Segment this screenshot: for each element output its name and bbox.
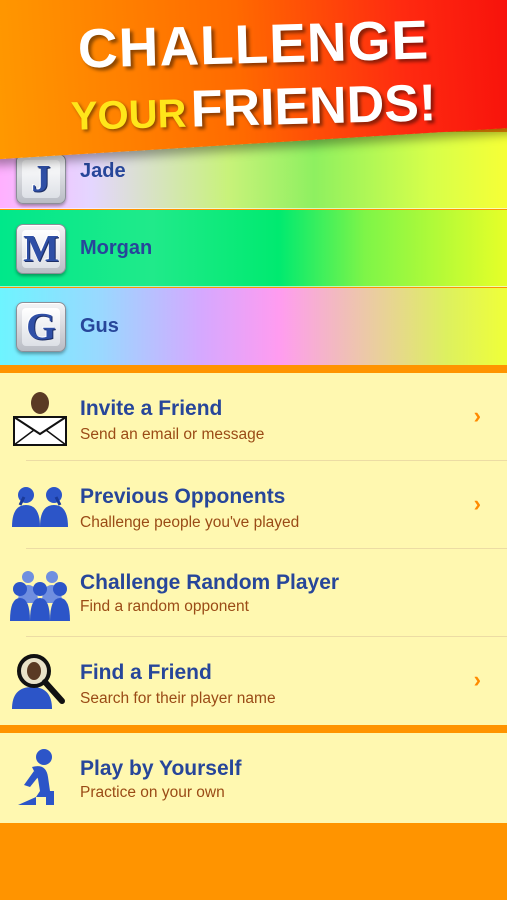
invite-friend-title: Invite a Friend — [80, 397, 223, 420]
banner-line-1: CHALLENGE — [77, 8, 430, 80]
section-separator — [0, 365, 507, 373]
crowd-icon — [10, 571, 70, 621]
play-by-yourself-item[interactable]: Play by Yourself Practice on your own — [0, 733, 507, 821]
banner-headline: CHALLENGE YOUR FRIENDS! — [0, 0, 507, 150]
find-friend-item[interactable]: Find a Friend Search for their player na… — [0, 637, 507, 725]
previous-opponents-subtitle: Challenge people you've played — [80, 514, 300, 531]
friend-name: Gus — [80, 315, 119, 337]
find-friend-subtitle: Search for their player name — [80, 690, 276, 707]
envelope-person-icon — [13, 392, 67, 446]
opponent-menu: Invite a Friend Send an email or message… — [0, 373, 507, 725]
chevron-right-icon: › — [473, 403, 481, 428]
play-by-yourself-subtitle: Practice on your own — [80, 784, 225, 801]
previous-opponents-title: Previous Opponents — [80, 485, 286, 508]
avatar-letter: J — [31, 158, 51, 200]
challenge-random-subtitle: Find a random opponent — [80, 598, 249, 615]
avatar-tile: J — [16, 154, 66, 204]
friend-row-morgan[interactable]: M Morgan — [0, 210, 507, 287]
sitting-person-icon — [18, 749, 54, 805]
avatar-tile: G — [16, 302, 66, 352]
banner-your: YOUR — [70, 91, 187, 139]
chevron-right-icon: › — [473, 667, 481, 692]
previous-opponents-item[interactable]: Previous Opponents Challenge people you'… — [0, 461, 507, 549]
find-friend-title: Find a Friend — [80, 661, 212, 684]
banner-line-2: YOUR FRIENDS! — [0, 71, 507, 144]
banner-friends: FRIENDS! — [189, 74, 437, 139]
avatar-tile: M — [16, 224, 66, 274]
friend-row-gus[interactable]: G Gus — [0, 288, 507, 365]
avatar-letter: M — [23, 228, 59, 270]
solo-menu: Play by Yourself Practice on your own — [0, 733, 507, 823]
challenge-random-title: Challenge Random Player — [80, 571, 340, 594]
friend-name: Jade — [80, 160, 126, 182]
avatar-letter: G — [26, 306, 56, 348]
challenge-random-item[interactable]: Challenge Random Player Find a random op… — [0, 549, 507, 637]
section-separator — [0, 725, 507, 733]
chevron-right-icon: › — [473, 491, 481, 516]
play-by-yourself-title: Play by Yourself — [80, 757, 242, 780]
friend-name: Morgan — [80, 237, 153, 259]
invite-friend-subtitle: Send an email or message — [80, 426, 265, 443]
magnifier-person-icon — [12, 654, 65, 709]
people-pair-icon — [12, 487, 68, 527]
invite-friend-item[interactable]: Invite a Friend Send an email or message… — [0, 373, 507, 461]
